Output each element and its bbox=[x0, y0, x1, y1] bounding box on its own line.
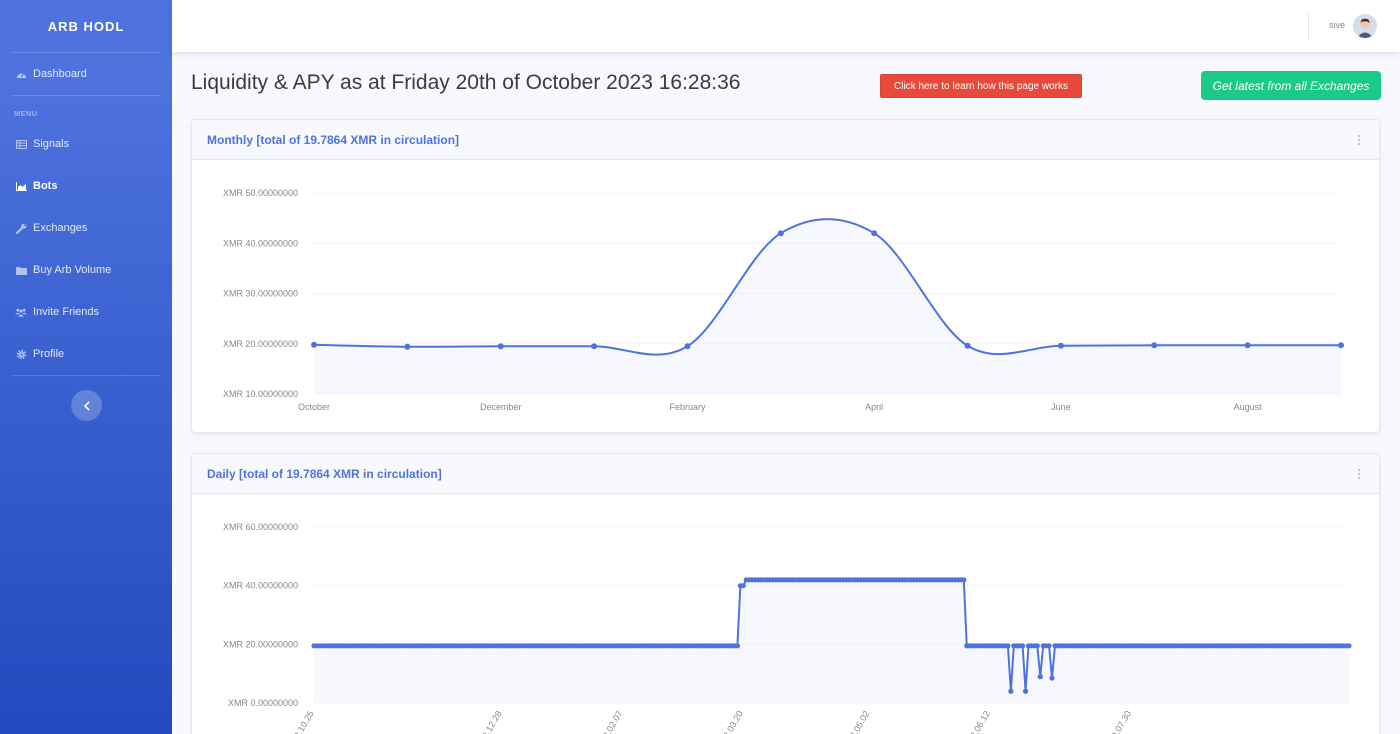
x-tick-label: December bbox=[480, 402, 522, 412]
sidebar-item-label: Exchanges bbox=[33, 222, 88, 234]
avatar[interactable] bbox=[1353, 14, 1377, 38]
brand-logo[interactable]: ARB HODL bbox=[0, 0, 172, 52]
data-point bbox=[1244, 342, 1251, 349]
topbar-divider bbox=[1308, 12, 1309, 40]
monthly-chart: XMR 10.00000000 XMR 20.00000000 XMR 30.000… bbox=[223, 188, 1344, 412]
data-point bbox=[1338, 342, 1344, 349]
series-area bbox=[314, 579, 1349, 703]
data-point bbox=[871, 230, 878, 237]
topbar: sive bbox=[172, 0, 1400, 52]
data-point bbox=[961, 577, 967, 583]
page-title: Liquidity & APY as at Friday 20th of Oct… bbox=[191, 71, 741, 94]
x-tick-label: 2023.05.02 bbox=[840, 709, 871, 734]
sidebar-heading: MENU bbox=[14, 109, 38, 118]
data-point bbox=[497, 343, 504, 350]
y-tick-label: XMR 40.00000000 bbox=[223, 238, 298, 248]
y-tick-label: XMR 60.00000000 bbox=[223, 522, 298, 532]
sidebar-item-label: Buy Arb Volume bbox=[33, 264, 112, 276]
data-point bbox=[1020, 643, 1026, 649]
sidebar-item-label: Profile bbox=[33, 348, 65, 360]
data-point bbox=[1346, 643, 1352, 649]
gear-icon bbox=[15, 348, 27, 360]
y-tick-label: XMR 30.00000000 bbox=[223, 289, 298, 299]
sidebar-item-dashboard[interactable]: Dashboard bbox=[0, 53, 172, 95]
y-tick-label: XMR 20.00000000 bbox=[223, 639, 298, 649]
sidebar-item-invite-friends[interactable]: Invite Friends bbox=[0, 291, 172, 333]
daily-chart-card: Daily [total of 19.7864 XMR in circulati… bbox=[191, 453, 1380, 734]
kebab-menu-icon[interactable] bbox=[1357, 468, 1361, 480]
data-point bbox=[1046, 643, 1052, 649]
y-tick-label: XMR 10.00000000 bbox=[223, 389, 298, 399]
x-tick-label: June bbox=[1051, 402, 1071, 412]
kebab-menu-icon[interactable] bbox=[1357, 134, 1361, 146]
data-point bbox=[1022, 688, 1029, 694]
x-tick-label: 2022.10.25 bbox=[285, 709, 316, 734]
user-name[interactable]: sive bbox=[1329, 20, 1345, 30]
users-icon bbox=[15, 306, 27, 318]
data-point bbox=[311, 341, 317, 348]
folder-icon bbox=[15, 264, 27, 276]
card-header: Monthly [total of 19.7864 XMR in circula… bbox=[192, 120, 1379, 160]
data-point bbox=[740, 583, 746, 589]
data-point bbox=[964, 342, 971, 349]
x-tick-label: October bbox=[298, 402, 330, 412]
x-tick-label: February bbox=[669, 402, 706, 412]
chart-area-icon bbox=[15, 180, 27, 192]
x-tick-label: 2023.06.12 bbox=[961, 709, 992, 734]
x-tick-label: April bbox=[865, 402, 883, 412]
x-tick-label: 2023.02.07 bbox=[593, 709, 624, 734]
sidebar-item-label: Dashboard bbox=[33, 68, 87, 80]
chevron-left-icon bbox=[83, 400, 90, 411]
y-tick-label: XMR 50.00000000 bbox=[223, 188, 298, 198]
data-point bbox=[1008, 688, 1014, 694]
data-point bbox=[1057, 342, 1064, 349]
data-point bbox=[777, 230, 784, 237]
card-header: Daily [total of 19.7864 XMR in circulati… bbox=[192, 454, 1379, 494]
monthly-chart-card: Monthly [total of 19.7864 XMR in circula… bbox=[191, 119, 1380, 433]
help-button[interactable]: Click here to learn how this page works bbox=[880, 74, 1082, 98]
series-area bbox=[314, 219, 1341, 394]
data-point bbox=[404, 343, 411, 350]
wrench-icon bbox=[15, 222, 27, 234]
sidebar-item-bots[interactable]: Bots bbox=[0, 165, 172, 207]
data-point bbox=[1034, 643, 1040, 649]
y-tick-label: XMR 20.00000000 bbox=[223, 339, 298, 349]
x-tick-label: 2023.07.30 bbox=[1102, 709, 1133, 734]
data-point bbox=[1005, 643, 1011, 649]
get-latest-button[interactable]: Get latest from all Exchanges bbox=[1201, 71, 1381, 100]
x-tick-label: 2022.12.28 bbox=[473, 709, 504, 734]
data-point bbox=[684, 343, 691, 350]
data-point bbox=[1037, 674, 1043, 680]
chart-title: Monthly [total of 19.7864 XMR in circula… bbox=[207, 133, 460, 147]
data-point bbox=[1151, 342, 1158, 349]
y-tick-label: XMR 40.00000000 bbox=[223, 581, 298, 591]
data-point bbox=[734, 643, 741, 649]
sidebar-item-label: Invite Friends bbox=[33, 306, 100, 318]
sidebar-item-buy-arb-volume[interactable]: Buy Arb Volume bbox=[0, 249, 172, 291]
sidebar-item-signals[interactable]: Signals bbox=[0, 123, 172, 165]
sidebar-divider bbox=[12, 375, 160, 376]
data-point bbox=[591, 343, 598, 350]
y-tick-label: XMR 0.00000000 bbox=[228, 698, 298, 708]
sidebar-toggle-button[interactable] bbox=[71, 390, 102, 421]
chart-title: Daily [total of 19.7864 XMR in circulati… bbox=[207, 467, 442, 481]
sidebar-item-profile[interactable]: Profile bbox=[0, 333, 172, 375]
sidebar-item-label: Signals bbox=[33, 138, 70, 150]
x-tick-label: 2023.03.20 bbox=[714, 709, 745, 734]
dashboard-icon bbox=[15, 68, 27, 80]
table-icon bbox=[15, 138, 27, 150]
daily-chart: XMR 0.00000000 XMR 20.00000000 XMR 40.0000… bbox=[223, 522, 1352, 734]
sidebar-item-exchanges[interactable]: Exchanges bbox=[0, 207, 172, 249]
data-point bbox=[1049, 675, 1055, 681]
sidebar: ARB HODL Dashboard MENU Signals Bots Exc… bbox=[0, 0, 172, 734]
x-tick-label: August bbox=[1234, 402, 1263, 412]
sidebar-item-label: Bots bbox=[33, 180, 58, 192]
